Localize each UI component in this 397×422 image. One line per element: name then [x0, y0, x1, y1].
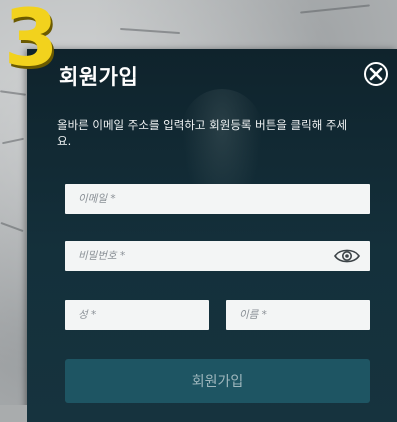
- modal-title: 회원가입: [59, 65, 139, 89]
- close-icon: [369, 67, 383, 81]
- signup-submit-button[interactable]: 회원가입: [65, 359, 370, 403]
- step-number-badge: 3: [4, 0, 59, 84]
- last-name-input[interactable]: [65, 300, 209, 330]
- wall-crack: [0, 221, 24, 233]
- eye-icon: [334, 249, 360, 263]
- wall-crack: [300, 4, 370, 14]
- background-strip: [0, 405, 27, 422]
- modal-description: 올바른 이메일 주소를 입력하고 회원등록 버튼을 클릭해 주세요.: [57, 118, 348, 148]
- wall-crack: [120, 27, 180, 35]
- show-password-button[interactable]: [334, 247, 360, 265]
- close-button[interactable]: [364, 62, 388, 86]
- email-input[interactable]: [65, 184, 370, 214]
- signup-modal: 회원가입 올바른 이메일 주소를 입력하고 회원등록 버튼을 클릭해 주세요. …: [27, 49, 397, 422]
- first-name-input[interactable]: [226, 300, 370, 330]
- wall-crack: [2, 137, 24, 145]
- wall-crack: [0, 90, 27, 96]
- password-input[interactable]: [65, 241, 370, 271]
